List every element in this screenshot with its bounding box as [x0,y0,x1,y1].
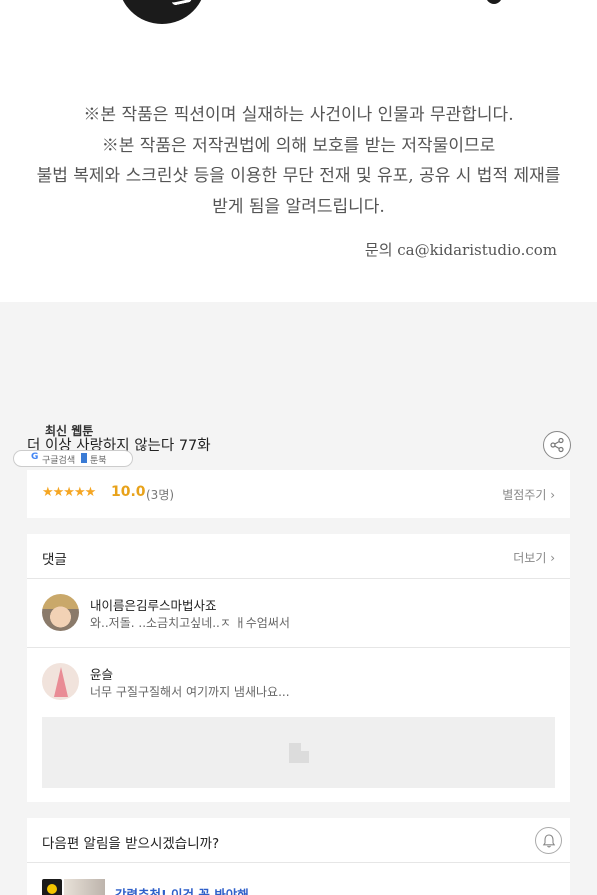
google-icon[interactable]: G [31,452,38,462]
rating-card: ★★★★★ 10.0 (3명) 별점주기 › [27,470,570,518]
contact-email: 문의 ca@kidaristudio.com [364,241,557,259]
bell-icon [542,833,555,847]
image-placeholder-icon [289,743,309,763]
ad-placeholder[interactable] [42,717,555,788]
recommend-badge-icon [42,879,62,895]
publisher-logo [118,0,206,24]
comment-author: 윤슬 [90,667,114,682]
toonbook-link[interactable]: 툰북 [90,453,107,466]
notice-text: ※본 작품은 픽션이며 실재하는 사건이나 인물과 무관합니다. ※본 작품은 … [0,100,597,222]
recommend-title-link[interactable]: 강력추천! 이건 꼭 봐야해 [115,884,249,895]
search-bookmark-pill[interactable]: G 구글검색 툰북 [13,450,133,467]
avatar [42,594,79,631]
comments-section: 댓글 더보기 › 내이름은김루스마법사죠 와..저돌. ..소금치고싶네..ㅈ … [27,534,570,802]
floating-toolbar[interactable]: 최신 웹툰 G 구글검색 툰북 [13,420,133,468]
share-icon [550,437,564,453]
decorative-dot [486,0,502,4]
comment-item: 윤슬 너무 구질구질해서 여기까지 냄새나요... [27,648,570,717]
comments-more-link[interactable]: 더보기 › [513,549,555,566]
star-rating-icons: ★★★★★ [42,485,96,500]
rate-button[interactable]: 별점주기 › [502,486,555,503]
comment-author: 내이름은김루스마법사죠 [90,598,217,613]
comment-item: 내이름은김루스마법사죠 와..저돌. ..소금치고싶네..ㅈ ㅐ수엄써서 [27,579,570,648]
notification-bell-button[interactable] [535,827,562,854]
comment-text: 와..저돌. ..소금치고싶네..ㅈ ㅐ수엄써서 [90,616,290,630]
share-button[interactable] [543,431,571,459]
notice-line-2: ※본 작품은 저작권법에 의해 보호를 받는 저작물이므로 [101,135,496,156]
comments-header: 댓글 더보기 › [27,534,570,579]
copyright-notice: ※본 작품은 픽션이며 실재하는 사건이나 인물과 무관합니다. ※본 작품은 … [0,0,597,302]
notification-card: 다음편 알림을 받으시겠습니까? 강력추천! 이건 꼭 봐야해 [27,818,570,895]
notice-line-3: 불법 복제와 스크린샷 등을 이용한 무단 전재 및 유포, 공유 시 법적 제… [36,166,561,186]
notice-line-1: ※본 작품은 픽션이며 실재하는 사건이나 인물과 무관합니다. [83,105,514,125]
rating-score: 10.0 [111,484,146,500]
avatar [42,663,79,700]
notification-question: 다음편 알림을 받으시겠습니까? [42,836,220,852]
comments-title: 댓글 [42,552,67,568]
notice-line-4: 받게 됨을 알려드립니다. [212,196,385,217]
latest-webtoon-label[interactable]: 최신 웹툰 [45,422,93,439]
notification-header: 다음편 알림을 받으시겠습니까? [27,818,570,863]
comment-text: 너무 구질구질해서 여기까지 냄새나요... [90,685,290,699]
rating-count: (3명) [146,488,175,502]
bookmark-icon[interactable] [81,453,87,463]
google-search-link[interactable]: 구글검색 [42,453,75,466]
recommend-thumbnail[interactable] [64,879,105,895]
